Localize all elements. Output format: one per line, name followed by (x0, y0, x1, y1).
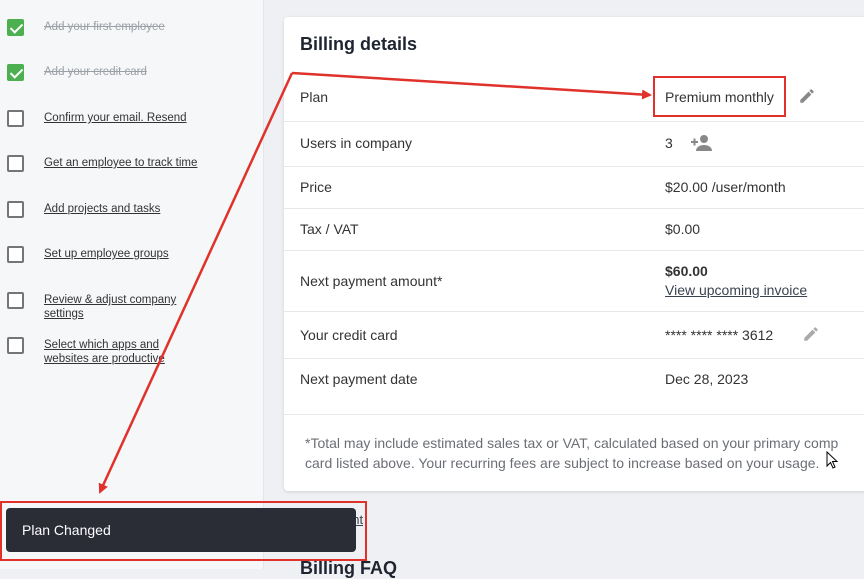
tax-value: $0.00 (665, 221, 701, 237)
row-next-payment-amount: Next payment amount* $60.00 View upcomin… (284, 250, 864, 312)
checklist-item-company-settings[interactable]: Review & adjust company settings (7, 292, 194, 321)
checkbox-icon[interactable] (7, 246, 24, 263)
row-tax: Tax / VAT $0.00 (284, 208, 864, 251)
checklist-item-productive-apps[interactable]: Select which apps and websites are produ… (7, 337, 194, 366)
checklist-item-first-employee[interactable]: Add your first employee (7, 19, 194, 36)
edit-pencil-icon[interactable] (798, 87, 816, 105)
checkbox-icon[interactable] (7, 155, 24, 172)
card-title: Billing details (300, 34, 418, 54)
row-label: Plan (300, 89, 329, 105)
checkbox-checked-icon[interactable] (7, 64, 24, 81)
row-price: Price $20.00 /user/month (284, 166, 864, 209)
checklist-item-credit-card[interactable]: Add your credit card (7, 64, 194, 81)
row-users: Users in company 3 (284, 121, 864, 167)
checklist-label[interactable]: Set up employee groups (44, 247, 194, 261)
row-label: Price (300, 179, 332, 195)
row-label: Next payment amount* (300, 273, 443, 289)
checklist-item-projects[interactable]: Add projects and tasks (7, 201, 194, 218)
next-payment-date: Dec 28, 2023 (665, 371, 749, 387)
checklist-label[interactable]: Add your first employee (44, 20, 194, 34)
row-label: Tax / VAT (300, 221, 359, 237)
checkbox-icon[interactable] (7, 292, 24, 309)
checklist-label[interactable]: Get an employee to track time (44, 156, 224, 170)
checklist-label[interactable]: Add projects and tasks (44, 202, 194, 216)
annotation-highlight-plan (653, 76, 786, 117)
add-user-icon[interactable] (689, 133, 713, 153)
edit-pencil-icon[interactable] (802, 325, 820, 343)
next-payment-amount: $60.00 (665, 263, 708, 279)
onboarding-sidebar: Add your first employee Add your credit … (0, 0, 264, 569)
checkbox-icon[interactable] (7, 110, 24, 127)
checklist-label[interactable]: Confirm your email. Resend (44, 111, 194, 125)
row-next-payment-date: Next payment date Dec 28, 2023 (284, 358, 864, 415)
checkbox-icon[interactable] (7, 201, 24, 218)
checkbox-checked-icon[interactable] (7, 19, 24, 36)
checklist-label[interactable]: Review & adjust company settings (44, 293, 194, 321)
row-credit-card: Your credit card **** **** **** 3612 (284, 311, 864, 359)
footnote-line: card listed above. Your recurring fees a… (305, 455, 820, 471)
checkbox-icon[interactable] (7, 337, 24, 354)
row-label: Users in company (300, 135, 413, 151)
footnote-line: *Total may include estimated sales tax o… (305, 435, 839, 451)
annotation-highlight-toast (0, 501, 367, 561)
checklist-item-track-time[interactable]: Get an employee to track time (7, 155, 224, 172)
checklist-label[interactable]: Select which apps and websites are produ… (44, 338, 194, 366)
mouse-cursor-icon (826, 451, 839, 469)
checklist-item-employee-groups[interactable]: Set up employee groups (7, 246, 194, 263)
row-label: Next payment date (300, 371, 418, 387)
billing-footnote: *Total may include estimated sales tax o… (305, 433, 864, 473)
row-label: Your credit card (300, 327, 398, 343)
view-invoice-link[interactable]: View upcoming invoice (665, 282, 807, 298)
users-count: 3 (665, 135, 673, 151)
checklist-item-confirm-email[interactable]: Confirm your email. Resend (7, 110, 194, 127)
credit-card-value: **** **** **** 3612 (665, 327, 774, 343)
checklist-label[interactable]: Add your credit card (44, 65, 194, 79)
price-value: $20.00 /user/month (665, 179, 786, 195)
